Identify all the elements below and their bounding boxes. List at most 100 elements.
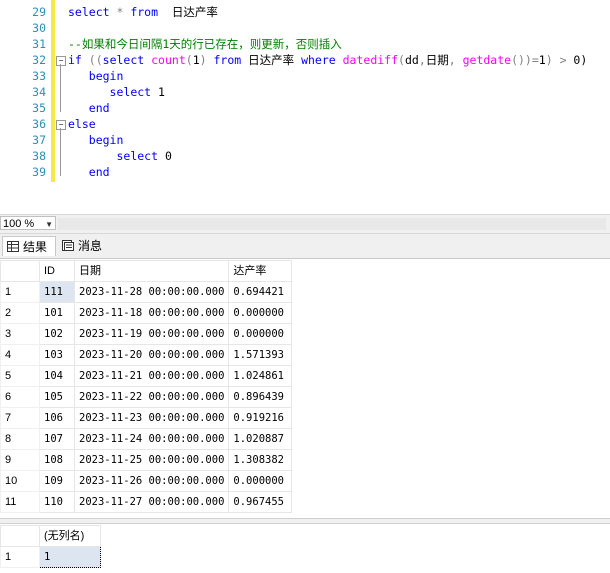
table-row[interactable]: 11 110 2023-11-27 00:00:00.000 0.967455	[0, 491, 293, 513]
grid-cell[interactable]: 0.896439	[228, 386, 293, 408]
column-header[interactable]: 日期	[73, 260, 230, 282]
grid-cell[interactable]: 0.694421	[228, 281, 293, 303]
line-number: 31	[32, 37, 46, 51]
grid-cell[interactable]: 1.308382	[228, 449, 293, 471]
table-row[interactable]: 7 106 2023-11-23 00:00:00.000 0.919216	[0, 407, 293, 429]
grid-cell[interactable]: 2023-11-20 00:00:00.000	[73, 344, 230, 366]
table-row[interactable]: 10 109 2023-11-26 00:00:00.000 0.000000	[0, 470, 293, 492]
code-text: --如果和今日间隔1天的行已存在，则更新，否则插入	[68, 36, 342, 52]
results-grid-1[interactable]: ID 日期 达产率 1 111 2023-11-28 00:00:00.000 0.6944…	[0, 260, 293, 513]
row-number[interactable]: 3	[0, 323, 40, 345]
code-line[interactable]: 33 begin	[0, 68, 610, 84]
grid-cell[interactable]: 0.000000	[228, 470, 293, 492]
row-number[interactable]: 8	[0, 428, 40, 450]
table-row[interactable]: 6 105 2023-11-22 00:00:00.000 0.896439	[0, 386, 293, 408]
table-row[interactable]: 3 102 2023-11-19 00:00:00.000 0.000000	[0, 323, 293, 345]
code-text: select 1	[68, 84, 165, 100]
table-row[interactable]: 4 103 2023-11-20 00:00:00.000 1.571393	[0, 344, 293, 366]
grid-cell[interactable]: 111	[39, 281, 75, 303]
row-number[interactable]: 6	[0, 386, 40, 408]
grid-splitter[interactable]	[0, 518, 610, 524]
table-row[interactable]: 11	[0, 546, 101, 568]
code-token: if	[68, 53, 82, 67]
grid-header-row: (无列名)	[0, 525, 101, 547]
grid-cell[interactable]: 0.000000	[228, 323, 293, 345]
code-line[interactable]: 32− if ((select count(1) from 日达产率 where …	[0, 52, 610, 68]
grid-cell[interactable]: 105	[39, 386, 75, 408]
grid-cell[interactable]: 2023-11-18 00:00:00.000	[73, 302, 230, 324]
grid-corner[interactable]	[0, 525, 40, 547]
table-row[interactable]: 2 101 2023-11-18 00:00:00.000 0.000000	[0, 302, 293, 324]
table-row[interactable]: 9 108 2023-11-25 00:00:00.000 1.308382	[0, 449, 293, 471]
grid-cell[interactable]: 2023-11-26 00:00:00.000	[73, 470, 230, 492]
grid-cell[interactable]: 2023-11-24 00:00:00.000	[73, 428, 230, 450]
grid-cell[interactable]: 109	[39, 470, 75, 492]
collapse-toggle-icon[interactable]: −	[56, 120, 66, 130]
code-line[interactable]: 34 select 1	[0, 84, 610, 100]
row-number[interactable]: 4	[0, 344, 40, 366]
grid-cell[interactable]: 102	[39, 323, 75, 345]
zoom-dropdown[interactable]: 100 % ▼	[0, 216, 56, 230]
grid-cell[interactable]: 2023-11-19 00:00:00.000	[73, 323, 230, 345]
column-header[interactable]: 达产率	[228, 260, 293, 282]
grid-cell[interactable]: 0.000000	[228, 302, 293, 324]
code-line[interactable]: 29 select * from 日达产率	[0, 4, 610, 20]
code-token: ,	[418, 53, 426, 67]
grid-cell[interactable]: 104	[39, 365, 75, 387]
code-line[interactable]: 37 begin	[0, 132, 610, 148]
grid-cell[interactable]: 107	[39, 428, 75, 450]
sql-editor[interactable]: 29 select * from 日达产率 30 31 --如果和今日间隔1天的行已存在…	[0, 0, 610, 214]
grid-cell[interactable]: 103	[39, 344, 75, 366]
row-number[interactable]: 7	[0, 407, 40, 429]
column-header[interactable]: ID	[39, 260, 75, 282]
grid-cell[interactable]: 2023-11-21 00:00:00.000	[73, 365, 230, 387]
grid-cell[interactable]: 1.024861	[228, 365, 293, 387]
grid-cell[interactable]: 1	[39, 546, 101, 568]
code-line[interactable]: 30	[0, 20, 610, 36]
line-number: 37	[32, 133, 46, 147]
code-line[interactable]: 39 end	[0, 164, 610, 180]
row-number[interactable]: 5	[0, 365, 40, 387]
result-tabs: 结果 消息	[0, 234, 610, 259]
grid-cell[interactable]: 0.919216	[228, 407, 293, 429]
code-line[interactable]: 38 select 0	[0, 148, 610, 164]
grid-cell[interactable]: 108	[39, 449, 75, 471]
grid-cell[interactable]: 110	[39, 491, 75, 513]
grid-cell[interactable]: 0.967455	[228, 491, 293, 513]
row-number[interactable]: 1	[0, 281, 40, 303]
row-number[interactable]: 10	[0, 470, 40, 492]
grid-cell[interactable]: 1.020887	[228, 428, 293, 450]
collapse-toggle-icon[interactable]: −	[56, 56, 66, 66]
row-number[interactable]: 1	[0, 546, 40, 568]
row-number[interactable]: 9	[0, 449, 40, 471]
code-line[interactable]: 35 end	[0, 100, 610, 116]
table-row[interactable]: 8 107 2023-11-24 00:00:00.000 1.020887	[0, 428, 293, 450]
grid-cell[interactable]: 2023-11-23 00:00:00.000	[73, 407, 230, 429]
row-number[interactable]: 2	[0, 302, 40, 324]
table-row[interactable]: 5 104 2023-11-21 00:00:00.000 1.024861	[0, 365, 293, 387]
code-token: 日达产率	[158, 5, 218, 19]
grid-cell[interactable]: 2023-11-22 00:00:00.000	[73, 386, 230, 408]
horizontal-scrollbar[interactable]	[58, 218, 606, 230]
code-line[interactable]: 31 --如果和今日间隔1天的行已存在，则更新，否则插入	[0, 36, 610, 52]
code-line[interactable]: 36− else	[0, 116, 610, 132]
grid-cell[interactable]: 2023-11-28 00:00:00.000	[73, 281, 230, 303]
grid-corner[interactable]	[0, 260, 40, 282]
results-grid-2[interactable]: (无列名) 1 1	[0, 525, 101, 568]
code-token: ((	[81, 53, 103, 67]
grid-cell[interactable]: 2023-11-25 00:00:00.000	[73, 449, 230, 471]
grid-cell[interactable]: 1.571393	[228, 344, 293, 366]
tab-messages[interactable]: 消息	[58, 236, 112, 256]
row-number[interactable]: 11	[0, 491, 40, 513]
code-token: 日达产率	[241, 53, 302, 67]
code-token: --如果和今日间隔1天的行已存在，则更新，否则插入	[68, 37, 342, 51]
column-header[interactable]: (无列名)	[39, 525, 101, 547]
grid-cell[interactable]: 2023-11-27 00:00:00.000	[73, 491, 230, 513]
table-row[interactable]: 1 111 2023-11-28 00:00:00.000 0.694421	[0, 281, 293, 303]
tab-results[interactable]: 结果	[2, 236, 56, 256]
grid-cell[interactable]: 106	[39, 407, 75, 429]
code-token: begin	[88, 69, 124, 83]
grid-cell[interactable]: 101	[39, 302, 75, 324]
